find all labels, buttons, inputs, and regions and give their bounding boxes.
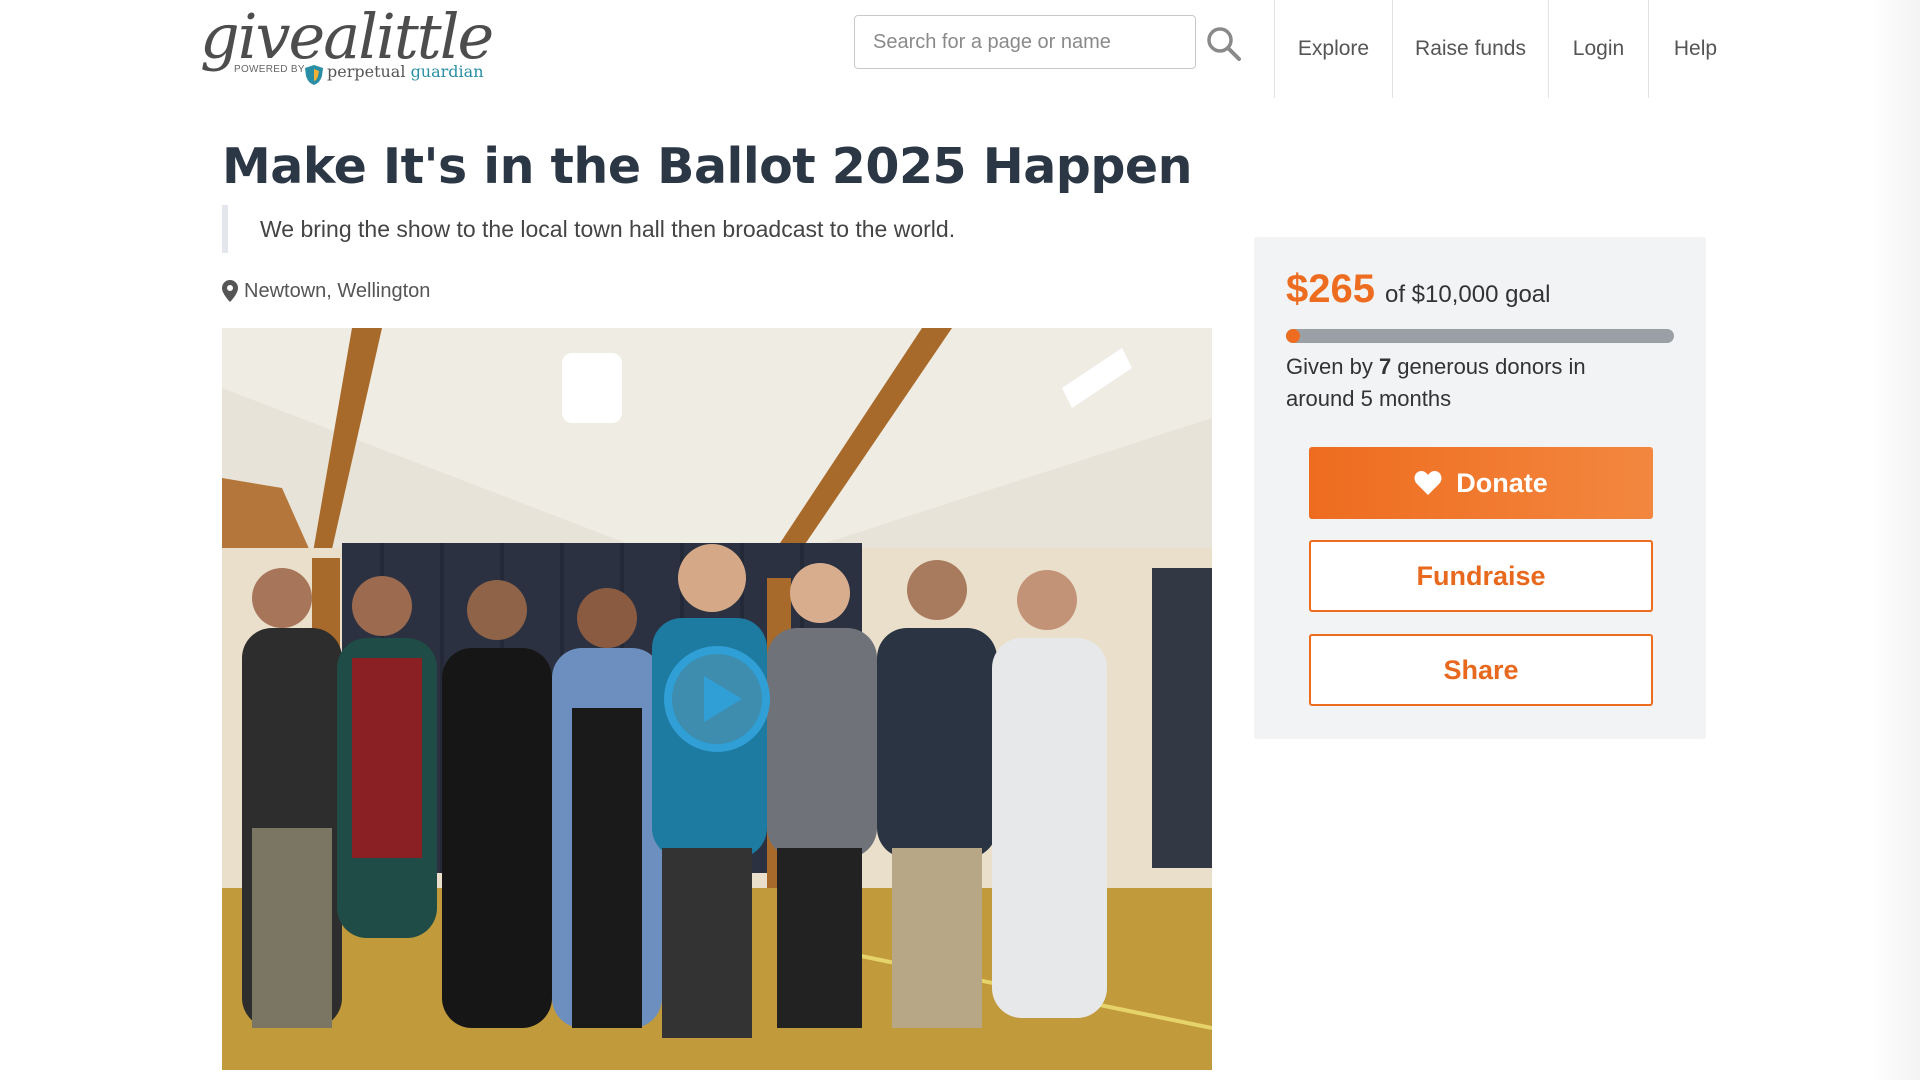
location: Newtown, Wellington — [222, 278, 430, 304]
site-header: givealittle POWERED BY perpetual guardia… — [0, 0, 1920, 98]
goal-text: of $10,000 goal — [1384, 281, 1551, 308]
donate-label: Donate — [1456, 467, 1548, 498]
map-pin-icon — [222, 280, 238, 302]
location-text: Newtown, Wellington — [244, 279, 431, 302]
progress-fill — [1286, 329, 1300, 343]
page-summary: We bring the show to the local town hall… — [222, 205, 955, 253]
nav-login[interactable]: Login — [1548, 0, 1648, 98]
search-icon[interactable] — [1204, 24, 1244, 64]
donor-count: 7 — [1378, 354, 1392, 379]
main-nav: Explore Raise funds Login Help — [1274, 0, 1742, 98]
donors-prefix: Given by — [1286, 354, 1379, 379]
givealittle-logo[interactable]: givealittle POWERED BY perpetual guardia… — [200, 2, 494, 86]
logo-powered-by: POWERED BY — [234, 64, 305, 75]
nav-raise-funds[interactable]: Raise funds — [1392, 0, 1548, 98]
logo-brand-a: perpetual — [327, 62, 406, 81]
donate-button[interactable]: Donate — [1309, 447, 1653, 519]
nav-help[interactable]: Help — [1648, 0, 1742, 98]
search-box — [854, 15, 1196, 69]
heart-icon — [1414, 471, 1442, 495]
campaign-video[interactable] — [222, 328, 1212, 1070]
page-title: Make It's in the Ballot 2025 Happen — [222, 138, 1193, 195]
donor-summary: Given by 7 generous donors in around 5 m… — [1286, 351, 1646, 415]
share-button[interactable]: Share — [1309, 634, 1653, 706]
raised-amount: $265 — [1286, 267, 1375, 311]
progress-bar — [1286, 329, 1674, 343]
fundraise-button[interactable]: Fundraise — [1309, 540, 1653, 612]
fundraise-label: Fundraise — [1416, 560, 1546, 591]
search-input[interactable] — [871, 16, 1185, 68]
scroll-gutter — [1870, 0, 1920, 1080]
share-label: Share — [1443, 654, 1519, 685]
donation-card: $265 of $10,000 goal Given by 7 generous… — [1254, 237, 1706, 739]
shield-icon — [305, 65, 323, 85]
play-icon[interactable] — [662, 644, 772, 754]
raised-summary: $265 of $10,000 goal — [1286, 267, 1550, 317]
logo-brand-b: guardian — [410, 62, 484, 81]
nav-explore[interactable]: Explore — [1274, 0, 1392, 98]
logo-brand: perpetual guardian — [327, 62, 484, 81]
